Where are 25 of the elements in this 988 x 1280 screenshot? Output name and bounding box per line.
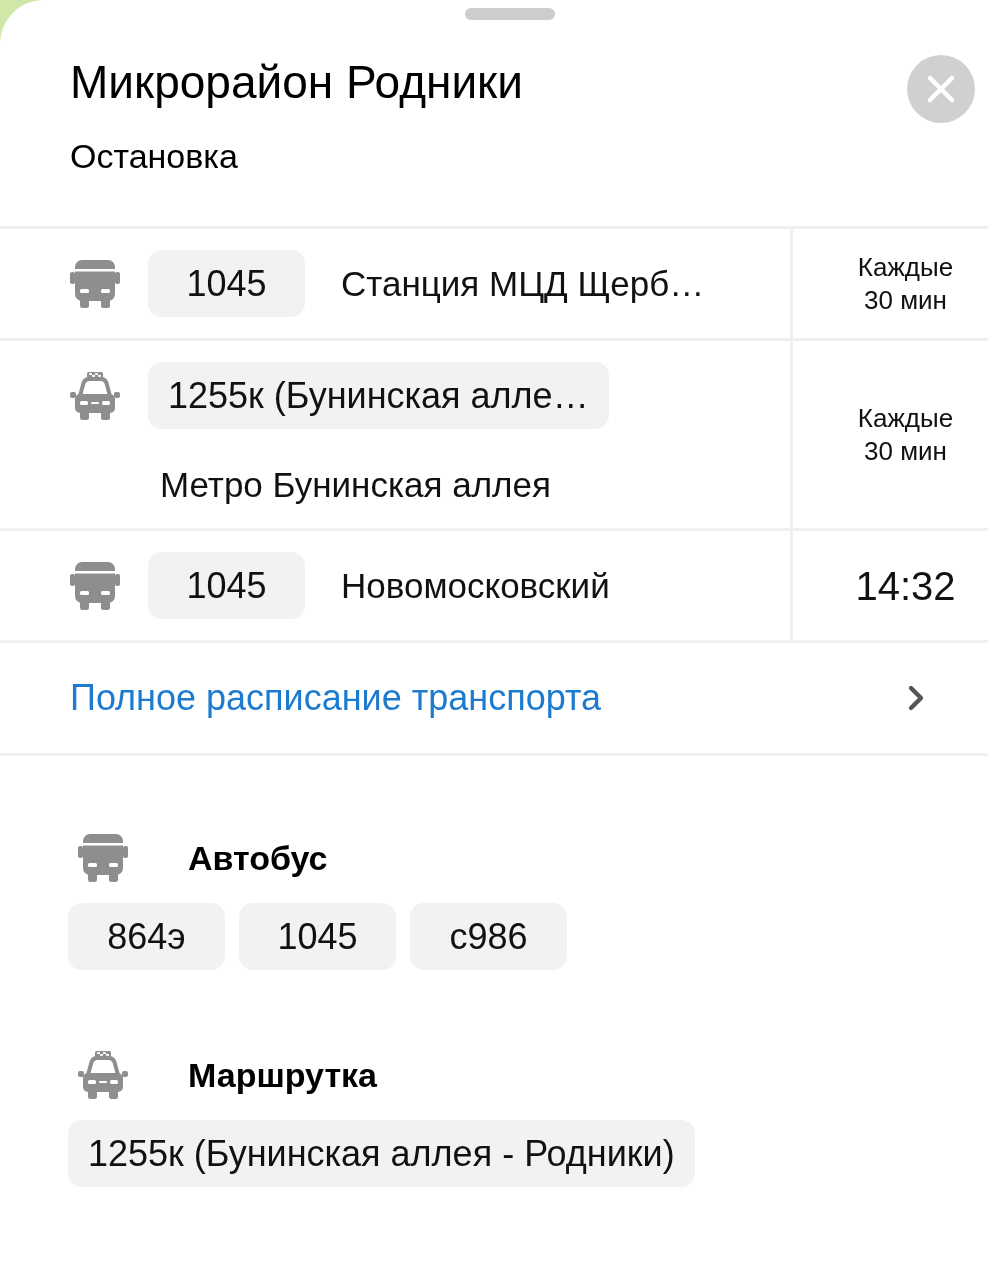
stop-subtitle: Остановка bbox=[70, 136, 239, 177]
group-title: Маршрутка bbox=[188, 1054, 377, 1096]
departure-time: Каждые 30 мин bbox=[856, 250, 955, 317]
destination-text: Новомосковский bbox=[340, 565, 610, 607]
close-icon bbox=[927, 75, 955, 103]
group-title: Автобус bbox=[188, 837, 328, 879]
route-chip[interactable]: 1045 bbox=[148, 250, 305, 317]
bus-icon bbox=[78, 834, 128, 882]
drag-handle[interactable] bbox=[465, 8, 555, 20]
route-chip[interactable]: 864э bbox=[68, 903, 225, 970]
route-chip[interactable]: 1255к (Бунинская аллея - Родники) bbox=[68, 1120, 695, 1187]
route-chip[interactable]: 1255к (Бунинская алле… bbox=[148, 362, 609, 429]
departure-time: Каждые 30 мин bbox=[856, 401, 955, 468]
route-chip[interactable]: 1045 bbox=[239, 903, 396, 970]
schedule-link[interactable]: Полное расписание транспорта bbox=[70, 671, 601, 725]
minibus-icon bbox=[78, 1051, 128, 1099]
route-chip[interactable]: 1045 bbox=[148, 552, 305, 619]
route-chip[interactable]: с986 bbox=[410, 903, 567, 970]
bus-icon bbox=[70, 259, 120, 308]
stop-title: Микрорайон Родники bbox=[70, 55, 523, 110]
minibus-icon bbox=[70, 371, 120, 420]
destination-text: Станция МЦД Щерб… bbox=[340, 263, 705, 305]
destination-text: Метро Бунинская аллея bbox=[159, 464, 551, 506]
departure-time: 14:32 bbox=[855, 562, 956, 610]
bus-icon bbox=[70, 561, 120, 610]
